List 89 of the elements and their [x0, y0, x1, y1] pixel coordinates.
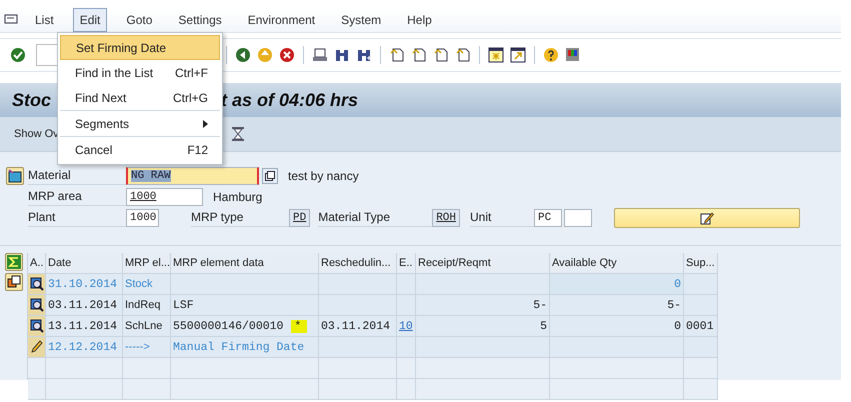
exception-link[interactable]: 10 [399, 320, 413, 332]
table-cell [684, 295, 718, 316]
check-icon[interactable] [10, 47, 26, 63]
table-cell: 5- [416, 295, 550, 316]
edit-button[interactable] [28, 337, 46, 358]
exception-flag: * [291, 320, 308, 332]
material-type-field: ROH [432, 209, 460, 227]
pencil-icon [700, 211, 714, 225]
magnifier-icon [30, 277, 44, 291]
detail-button[interactable] [28, 316, 46, 337]
table-cell: 13.11.2014 [46, 316, 123, 337]
table-cell: 0 [550, 274, 684, 295]
column-header[interactable]: E.. [397, 253, 416, 274]
table-cell: 0 [550, 316, 684, 337]
magnifier-icon [30, 319, 44, 333]
mrp-area-description: Hamburg [213, 190, 262, 204]
table-cell-text: 5500000146/00010 [173, 320, 284, 332]
unit-field[interactable]: PC [534, 209, 562, 227]
menu-option[interactable]: Find in the List Ctrl+F [60, 60, 220, 85]
table-cell: 31.10.2014 [46, 274, 123, 295]
copy-icon [265, 171, 275, 181]
menu-item[interactable]: Settings [171, 8, 229, 32]
sigma-icon [7, 255, 21, 269]
menu-item[interactable]: Help [400, 8, 439, 32]
column-header[interactable]: Receipt/Reqmt [416, 253, 550, 274]
table-cell: 5- [550, 295, 684, 316]
table-cell: 12.12.2014 [46, 337, 123, 358]
input-field[interactable] [564, 209, 592, 227]
column-header[interactable]: A.. [28, 253, 46, 274]
screen-title: Stoc [12, 90, 52, 110]
previous-page-icon[interactable] [411, 47, 427, 63]
layout-icon[interactable] [565, 47, 581, 63]
table-cell: 0001 [684, 316, 718, 337]
folder-icon [8, 169, 22, 183]
cancel-icon[interactable] [279, 47, 295, 63]
table-cell: IndReq [123, 295, 171, 316]
column-header[interactable]: Available Qty [550, 253, 684, 274]
table-cell [684, 274, 718, 295]
plant-field[interactable]: 1000 [126, 209, 159, 227]
table-cell: -----> [123, 337, 171, 358]
value-help-button[interactable] [262, 168, 278, 184]
submenu-arrow-icon [203, 120, 208, 128]
menu-item[interactable]: Goto [119, 8, 160, 32]
menu-option[interactable]: Find Next Ctrl+G [60, 85, 220, 110]
menu-item[interactable]: Edit [72, 8, 108, 32]
detail-button[interactable] [28, 274, 46, 295]
hourglass-icon[interactable] [230, 126, 246, 142]
menu-option[interactable]: Set Firming Date [60, 35, 220, 60]
menu-item[interactable]: List [28, 8, 61, 32]
header-toggle-button[interactable] [6, 167, 24, 185]
menu-item[interactable]: Environment [240, 8, 322, 32]
find-icon[interactable] [334, 47, 350, 63]
back-icon[interactable] [235, 47, 251, 63]
pencil-icon [30, 340, 44, 354]
window-button[interactable] [5, 273, 23, 291]
menu-option[interactable]: Cancel F12 [60, 137, 220, 162]
table-cell: LSF [171, 295, 319, 316]
column-header[interactable]: Date [46, 253, 123, 274]
material-description: test by nancy [288, 169, 359, 183]
column-header[interactable]: MRP el... [123, 253, 171, 274]
next-page-icon[interactable] [433, 47, 449, 63]
table-cell: 03.11.2014 [319, 316, 397, 337]
new-session-icon[interactable] [488, 47, 504, 63]
window-menu-icon[interactable] [4, 14, 18, 26]
table-cell: 5 [416, 316, 550, 337]
help-icon[interactable] [543, 47, 559, 63]
material-field[interactable]: NG RAW [126, 167, 259, 185]
menu-item[interactable]: System [334, 8, 388, 32]
menu-option[interactable]: Segments [60, 111, 220, 136]
column-header[interactable]: Reschedulin... [319, 253, 397, 274]
sum-button[interactable] [5, 253, 23, 271]
find-next-icon[interactable] [356, 47, 372, 63]
mrp-area-field[interactable]: 1000 [126, 188, 203, 206]
shortcut-icon[interactable] [510, 47, 526, 63]
column-header[interactable]: Sup... [684, 253, 718, 274]
magnifier-icon [30, 298, 44, 312]
detail-button[interactable] [28, 295, 46, 316]
table-cell: 03.11.2014 [46, 295, 123, 316]
table-cell: Manual Firming Date [171, 337, 319, 358]
mrp-type-field: PD [289, 209, 310, 227]
first-page-icon[interactable] [389, 47, 405, 63]
table-cell [684, 337, 718, 358]
table-cell: SchLne [123, 316, 171, 337]
windows-icon [7, 275, 21, 289]
table-cell [397, 274, 416, 295]
print-icon[interactable] [312, 47, 328, 63]
column-header[interactable]: MRP element data [171, 253, 319, 274]
table-cell: Stock [123, 274, 171, 295]
last-page-icon[interactable] [455, 47, 471, 63]
